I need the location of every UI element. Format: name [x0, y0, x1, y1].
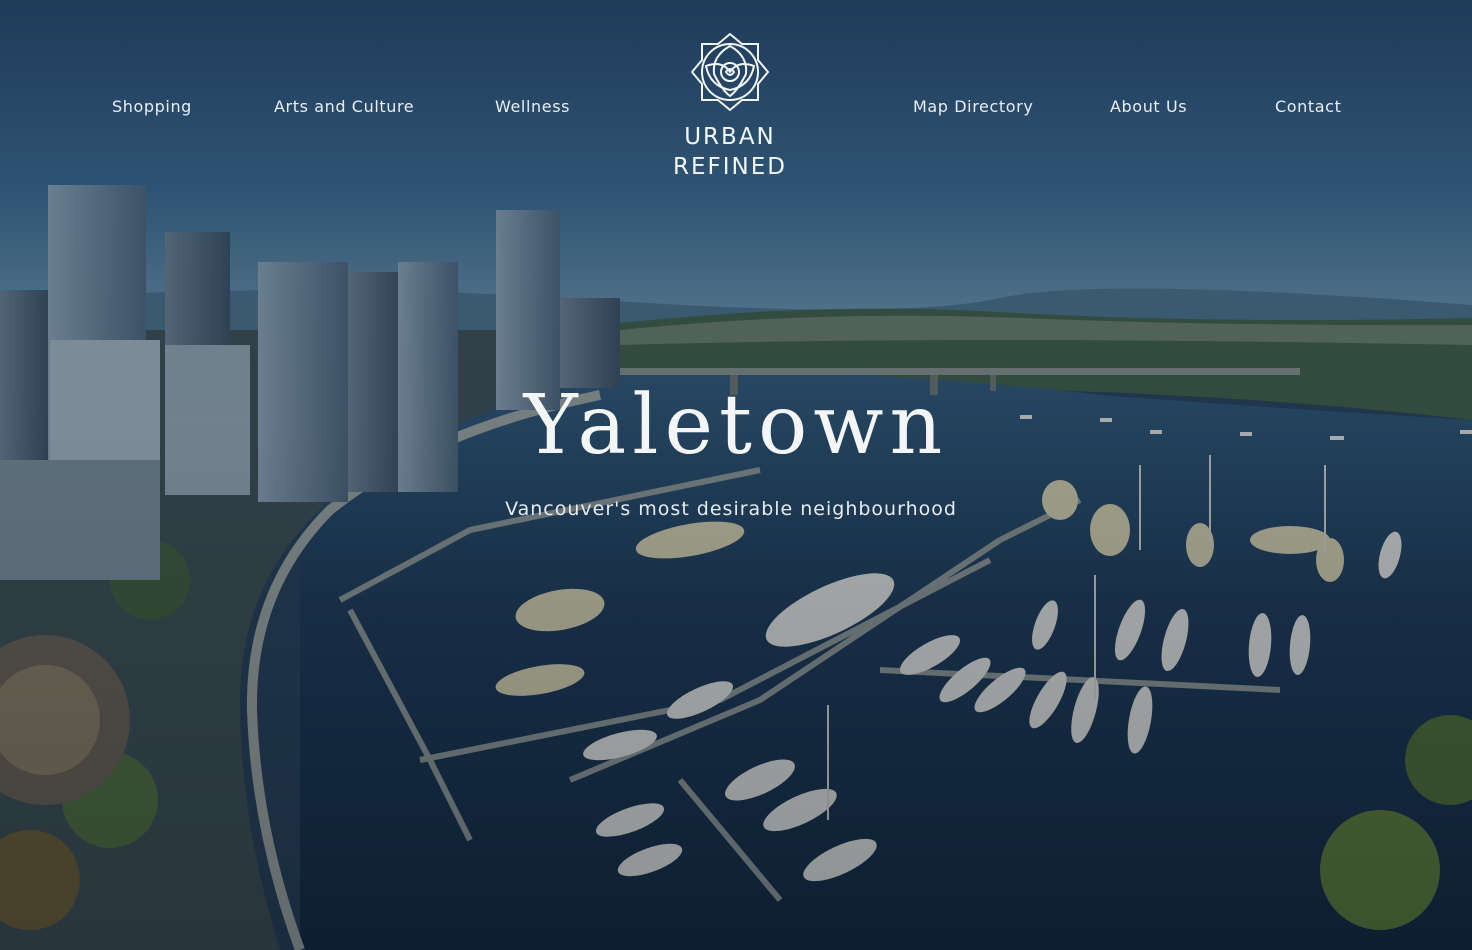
- nav-link-arts-and-culture[interactable]: Arts and Culture: [274, 97, 414, 116]
- hero-title: Yaletown: [523, 378, 949, 473]
- brand-name-line2: REFINED: [673, 154, 787, 180]
- hero-subtitle: Vancouver's most desirable neighbourhood: [505, 498, 957, 520]
- nav-link-contact[interactable]: Contact: [1275, 97, 1341, 116]
- brand-name-line1: URBAN: [684, 124, 776, 150]
- brand-logo[interactable]: URBAN REFINED: [666, 30, 794, 186]
- nav-link-shopping[interactable]: Shopping: [112, 97, 192, 116]
- nav-link-about-us[interactable]: About Us: [1110, 97, 1187, 116]
- nav-link-wellness[interactable]: Wellness: [495, 97, 570, 116]
- rose-emblem-icon: [690, 32, 770, 112]
- nav-link-map-directory[interactable]: Map Directory: [913, 97, 1033, 116]
